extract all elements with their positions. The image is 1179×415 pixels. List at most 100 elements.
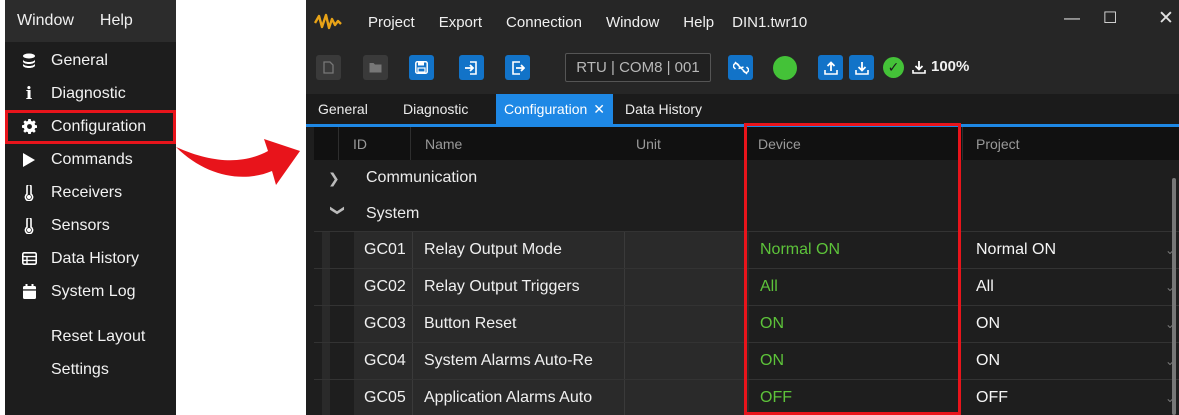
row-project-select[interactable]: OFF ⌄ (966, 380, 1179, 415)
export-button[interactable] (505, 55, 530, 80)
tab-data-history[interactable]: Data History (625, 94, 702, 124)
tab-diagnostic[interactable]: Diagnostic (403, 94, 468, 124)
row-unit (624, 269, 749, 305)
row-id: GC01 (354, 232, 412, 268)
new-file-button[interactable] (316, 55, 341, 80)
group-label: System (366, 205, 420, 222)
menu-connection[interactable]: Connection (494, 14, 594, 31)
row-unit (624, 343, 749, 379)
group-label: Communication (366, 169, 478, 186)
table-row[interactable]: GC05 Application Alarms Auto OFF OFF ⌄ (314, 379, 1179, 415)
side-item-diagnostic[interactable]: i Diagnostic (5, 77, 176, 110)
menu-export[interactable]: Export (427, 14, 494, 31)
download-from-device-button[interactable] (849, 55, 874, 80)
tab-label: Configuration (504, 101, 588, 117)
upload-icon (823, 60, 838, 75)
group-row-communication[interactable]: ❯ Communication (314, 160, 1179, 196)
info-icon: i (25, 83, 33, 104)
maximize-button[interactable]: ☐ (1103, 8, 1117, 28)
row-project-select[interactable]: ON ⌄ (966, 306, 1179, 342)
side-item-sensors[interactable]: Sensors (5, 209, 176, 242)
reset-layout-item[interactable]: Reset Layout (5, 320, 222, 353)
menu-project[interactable]: Project (356, 14, 427, 31)
row-indent (322, 232, 330, 268)
save-button[interactable] (409, 55, 434, 80)
import-icon (464, 60, 477, 75)
app-logo-icon (314, 13, 342, 31)
row-name: System Alarms Auto-Re (412, 343, 624, 379)
import-button[interactable] (459, 55, 484, 80)
connection-info: RTU | COM8 | 001 (565, 53, 711, 82)
side-item-receivers[interactable]: Receivers (5, 176, 176, 209)
toolbar: RTU | COM8 | 001 ✓ 100% (306, 44, 1179, 94)
upload-to-device-button[interactable] (818, 55, 843, 80)
chevron-down-icon: ❯ (330, 204, 347, 216)
row-indent (322, 343, 330, 379)
app-window: Project Export Connection Window Help DI… (306, 0, 1179, 415)
row-project-value: Normal ON (976, 241, 1057, 258)
progress-value: 100% (931, 58, 970, 75)
group-row-system[interactable]: ❯ System (314, 196, 1179, 232)
close-tab-icon[interactable]: ✕ (593, 101, 605, 118)
row-id: GC02 (354, 269, 412, 305)
reset-layout-label: Reset Layout (51, 327, 146, 345)
tab-general[interactable]: General (318, 94, 368, 124)
grid-header: ID Name Unit Device Project (314, 127, 1179, 160)
side-item-data-history[interactable]: Data History (5, 242, 176, 275)
close-window-button[interactable]: ✕ (1158, 7, 1174, 30)
row-project-value: ON (976, 315, 1000, 332)
row-project-value: All (976, 278, 994, 295)
row-project-select[interactable]: All ⌄ (966, 269, 1179, 305)
row-id: GC05 (354, 380, 412, 415)
row-device-value: ON (760, 315, 784, 332)
side-item-commands[interactable]: Commands (5, 143, 176, 176)
table-row[interactable]: GC02 Relay Output Triggers All All ⌄ (314, 268, 1179, 305)
column-header-device[interactable]: Device (758, 127, 801, 160)
stack-icon (19, 53, 39, 68)
table-row[interactable]: GC01 Relay Output Mode Normal ON Normal … (314, 231, 1179, 268)
row-device-value: OFF (760, 389, 792, 406)
configuration-highlight-box (5, 110, 176, 144)
table-icon (19, 252, 39, 265)
side-item-general[interactable]: General (5, 44, 176, 77)
row-name: Relay Output Triggers (412, 269, 624, 305)
chevron-right-icon: ❯ (328, 169, 340, 186)
export-icon (511, 60, 525, 75)
row-indent (322, 380, 330, 415)
tab-configuration[interactable]: Configuration ✕ (496, 94, 614, 124)
row-project-value: OFF (976, 389, 1008, 406)
row-project-select[interactable]: ON ⌄ (966, 343, 1179, 379)
download-progress: 100% (912, 58, 969, 75)
open-folder-button[interactable] (363, 55, 388, 80)
column-header-unit[interactable]: Unit (636, 127, 661, 160)
minimize-button[interactable]: — (1064, 10, 1080, 28)
menu-window[interactable]: Window (594, 14, 671, 31)
red-arrow-icon (176, 139, 300, 185)
side-item-label: Receivers (51, 183, 123, 201)
side-item-label: Commands (51, 150, 133, 168)
menu-help[interactable]: Help (82, 12, 141, 30)
vertical-scrollbar[interactable] (1172, 178, 1176, 415)
column-header-id[interactable]: ID (353, 127, 367, 160)
menu-help[interactable]: Help (671, 14, 726, 31)
left-side-menu: Window Help General i Diagnostic Configu… (5, 0, 176, 415)
column-header-name[interactable]: Name (425, 127, 462, 160)
configuration-grid: ID Name Unit Device Project ❯ Communicat… (306, 127, 1179, 415)
new-file-icon (323, 61, 334, 74)
save-icon (415, 61, 428, 74)
row-project-select[interactable]: Normal ON ⌄ (966, 232, 1179, 268)
side-item-system-log[interactable]: System Log (5, 275, 176, 308)
unlink-icon (732, 60, 749, 75)
disconnect-button[interactable] (728, 55, 753, 80)
table-row[interactable]: GC04 System Alarms Auto-Re ON ON ⌄ (314, 342, 1179, 379)
side-item-label: System Log (51, 282, 136, 300)
side-item-label: Diagnostic (51, 84, 126, 102)
title-bar: Project Export Connection Window Help DI… (306, 0, 1179, 44)
row-device-value: All (760, 278, 778, 295)
menu-window[interactable]: Window (5, 12, 82, 30)
column-header-project[interactable]: Project (976, 127, 1020, 160)
folder-icon (369, 63, 382, 73)
settings-item[interactable]: Settings (5, 353, 222, 386)
table-row[interactable]: GC03 Button Reset ON ON ⌄ (314, 305, 1179, 342)
play-icon (19, 152, 39, 167)
